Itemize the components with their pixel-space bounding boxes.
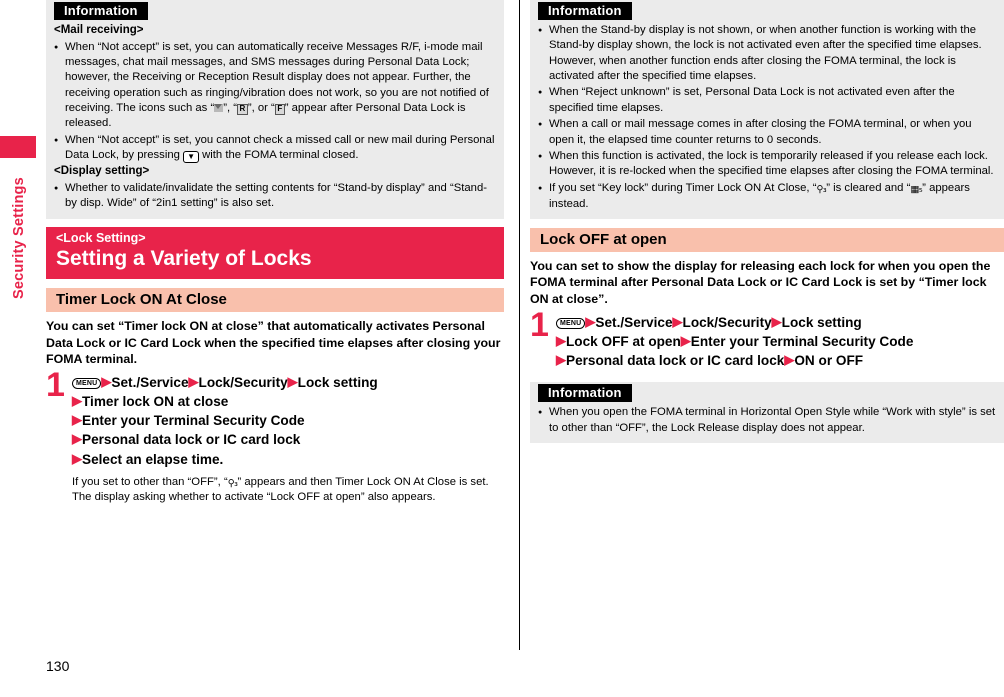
section-lead-paragraph: You can set “Timer lock ON at close” tha… (46, 319, 501, 367)
information-badge: Information (538, 2, 632, 20)
down-key-icon: ▼ (183, 151, 199, 164)
information-item-text-tail: with the FOMA terminal closed. (198, 149, 359, 162)
menu-key-icon: MENU (556, 317, 586, 329)
mail-icon (214, 103, 224, 112)
chevron-right-icon: ▶ (72, 431, 82, 447)
messages-r-icon: R (237, 103, 248, 115)
messages-f-icon: F (274, 103, 285, 115)
step-label: Personal data lock or IC card lock (566, 353, 785, 369)
step-line: MENU ▶Set./Service▶Lock/Security▶Lock set… (72, 373, 504, 392)
step-number: 1 (530, 305, 549, 344)
procedure-step: 1 MENU ▶Set./Service▶Lock/Security▶Lock s… (530, 308, 1004, 371)
step-label: Personal data lock or IC card lock (82, 432, 301, 448)
chevron-right-icon: ▶ (287, 373, 298, 389)
chevron-right-icon: ▶ (556, 352, 566, 368)
information-item-head: If you set “Key lock” during Timer Lock … (549, 181, 817, 194)
step-note: If you set to other than “OFF”, “⚲₃” app… (72, 475, 504, 506)
chapter-side-tab: Security Settings (0, 0, 40, 697)
information-item: Whether to validate/invalidate the setti… (54, 181, 496, 212)
step-label: Lock/Security (198, 374, 288, 390)
section-lead-paragraph: You can set to show the display for rele… (530, 258, 991, 307)
information-item: When “Not accept” is set, you can automa… (54, 40, 496, 132)
chevron-right-icon: ▶ (784, 352, 795, 368)
section-heading-lock-off-at-open: Lock OFF at open (530, 227, 1004, 252)
information-item: When “Not accept” is set, you cannot che… (54, 133, 496, 164)
information-subheading-mail-receiving: <Mail receiving> (54, 24, 144, 36)
information-item-text: When “Reject unknown” is set, Personal D… (549, 86, 955, 114)
step-label: Timer lock ON at close (82, 394, 229, 410)
information-item: When this function is activated, the loc… (538, 149, 996, 180)
chevron-right-icon: ▶ (680, 332, 691, 348)
chevron-right-icon: ▶ (72, 393, 82, 409)
information-box-lock-off-notes: Information When you open the FOMA termi… (530, 382, 1004, 444)
chapter-kicker: <Lock Setting> (56, 230, 146, 245)
timer-lock-icon: ⚲₃ (816, 183, 827, 195)
chapter-tab-label: Security Settings (11, 177, 27, 299)
step-line: ▶Personal data lock or IC card lock▶ON o… (556, 351, 1004, 370)
information-badge: Information (54, 2, 148, 20)
information-item-text: When this function is activated, the loc… (549, 149, 994, 178)
information-item: When the Stand-by display is not shown, … (538, 23, 996, 84)
information-item-text: When you open the FOMA terminal in Horiz… (549, 406, 996, 434)
chevron-right-icon: ▶ (101, 373, 112, 389)
step-label: Lock/Security (682, 314, 772, 330)
information-item-text: Whether to validate/invalidate the setti… (65, 181, 487, 210)
step-label: Lock setting (781, 314, 862, 330)
step-line: ▶Lock OFF at open▶Enter your Terminal Se… (556, 332, 1004, 351)
step-label: Set./Service (595, 314, 673, 330)
step-label: ON or OFF (794, 353, 864, 369)
right-column: Information When the Stand-by display is… (530, 0, 1004, 650)
chevron-right-icon: ▶ (771, 313, 782, 329)
chevron-right-icon: ▶ (556, 332, 566, 348)
chevron-right-icon: ▶ (672, 313, 683, 329)
chevron-right-icon: ▶ (585, 313, 596, 329)
page-number: 130 (46, 658, 70, 674)
step-line: ▶Timer lock ON at close (72, 392, 504, 411)
chapter-banner: <Lock Setting> Setting a Variety of Lock… (46, 226, 504, 280)
information-item-text-tail-b: ”, or “ (247, 101, 275, 114)
information-item: When you open the FOMA terminal in Horiz… (538, 405, 996, 436)
step-note-head: If you set to other than “OFF”, “ (72, 475, 228, 488)
procedure-step: 1 MENU ▶Set./Service▶Lock/Security▶Lock s… (46, 368, 504, 506)
chevron-right-icon: ▶ (72, 412, 82, 428)
step-label: Enter your Terminal Security Code (690, 333, 914, 349)
column-divider (519, 0, 520, 650)
step-label: Select an elapse time. (82, 451, 224, 467)
step-label: Lock OFF at open (566, 333, 681, 349)
step-instruction-lines: MENU ▶Set./Service▶Lock/Security▶Lock set… (556, 313, 1004, 371)
information-item-text: When a call or mail message comes in aft… (549, 118, 972, 146)
step-line: MENU ▶Set./Service▶Lock/Security▶Lock set… (556, 313, 1004, 332)
step-instruction-lines: MENU ▶Set./Service▶Lock/Security▶Lock set… (72, 373, 504, 469)
left-column: Information <Mail receiving> When “Not a… (46, 0, 504, 650)
information-subheading-display-setting: <Display setting> (54, 165, 150, 178)
information-item-text-tail-a: ”, “ (223, 101, 238, 114)
information-item-mid: ” is cleared and “ (826, 181, 911, 194)
step-label: Enter your Terminal Security Code (82, 413, 305, 429)
step-line: ▶Enter your Terminal Security Code (72, 411, 504, 430)
step-label: Set./Service (111, 374, 189, 390)
step-number: 1 (46, 365, 65, 404)
key-lock-icon: ▦₅ (910, 183, 923, 195)
chapter-title: Setting a Variety of Locks (56, 247, 312, 271)
information-box-mail-receiving: Information <Mail receiving> When “Not a… (46, 0, 504, 219)
menu-key-icon: MENU (72, 377, 102, 389)
information-badge: Information (538, 384, 632, 403)
information-item: If you set “Key lock” during Timer Lock … (538, 181, 996, 212)
step-line: ▶Personal data lock or IC card lock (72, 430, 504, 449)
information-item-text: When the Stand-by display is not shown, … (549, 24, 982, 83)
step-line: ▶Select an elapse time. (72, 450, 504, 469)
information-item: When “Reject unknown” is set, Personal D… (538, 85, 996, 116)
chevron-right-icon: ▶ (72, 450, 82, 466)
section-heading-timer-lock: Timer Lock ON At Close (46, 288, 504, 313)
information-box-timer-lock-notes: Information When the Stand-by display is… (530, 0, 1004, 219)
information-item: When a call or mail message comes in aft… (538, 117, 996, 148)
step-label: Lock setting (297, 374, 378, 390)
chevron-right-icon: ▶ (188, 373, 199, 389)
